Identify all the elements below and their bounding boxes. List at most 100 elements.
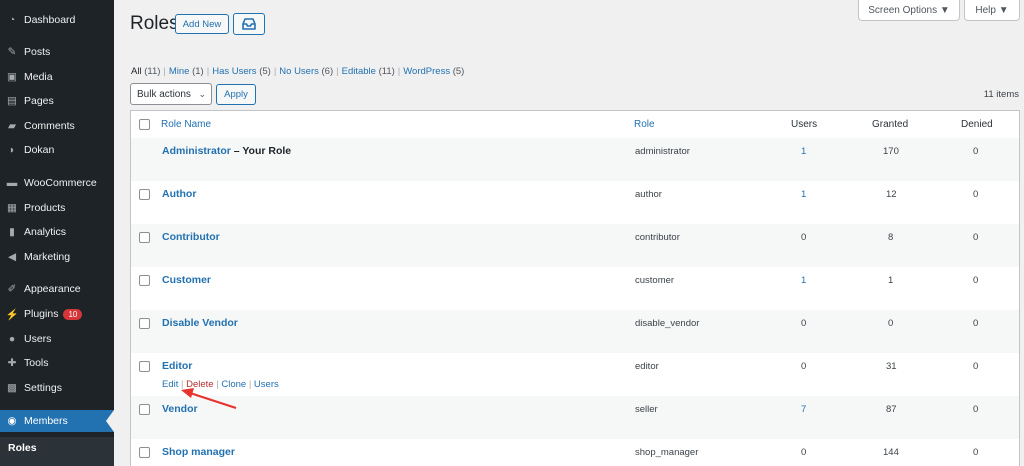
sidebar-item-dokan[interactable]: ◗ Dokan — [0, 139, 114, 161]
add-new-button[interactable]: Add New — [175, 14, 229, 34]
items-count: 11 items — [983, 89, 1019, 100]
row-checkbox[interactable] — [139, 232, 150, 243]
role-slug: shop_manager — [635, 447, 699, 458]
role-name-link[interactable]: Author — [162, 188, 196, 200]
users-count-link[interactable]: 7 — [801, 404, 806, 415]
table-row: Contributor contributor 0 8 0 — [131, 224, 1019, 267]
column-denied: Denied — [961, 119, 993, 130]
row-checkbox[interactable] — [139, 447, 150, 458]
sidebar-item-analytics[interactable]: ▮ Analytics — [0, 221, 114, 243]
sidebar-item-settings[interactable]: ▩ Settings — [0, 377, 114, 399]
sidebar-item-media[interactable]: ▣ Media — [0, 66, 114, 88]
page-title: Roles — [130, 13, 179, 34]
table-row: Customer customer 1 1 0 — [131, 267, 1019, 310]
users-count-link[interactable]: 1 — [801, 146, 806, 157]
table-header: Role Name Role Users Granted Denied — [131, 111, 1019, 139]
sidebar-item-plugins[interactable]: ⚡ Plugins 10 — [0, 303, 114, 325]
sidebar-item-label: Dashboard — [24, 14, 76, 26]
bulk-actions-value: Bulk actions — [137, 88, 191, 100]
role-name-link[interactable]: Disable Vendor — [162, 317, 238, 329]
granted-count: 144 — [883, 447, 899, 458]
apply-button[interactable]: Apply — [216, 84, 256, 105]
comments-icon: ▰ — [7, 120, 17, 132]
row-checkbox[interactable] — [139, 318, 150, 329]
users-count: 0 — [801, 232, 807, 243]
edit-role-link[interactable]: Edit — [162, 379, 178, 390]
brush-icon: ✐ — [7, 283, 17, 295]
filter-no-users[interactable]: No Users (6) — [279, 66, 333, 77]
sidebar-item-members[interactable]: ◉ Members — [0, 410, 114, 432]
table-row: Editor Edit | Delete | Clone | Users edi… — [131, 353, 1019, 396]
sidebar-item-appearance[interactable]: ✐ Appearance — [0, 278, 114, 300]
media-icon: ▣ — [7, 71, 17, 83]
granted-count: 170 — [883, 146, 899, 157]
select-all-checkbox[interactable] — [139, 119, 150, 130]
users-count: 0 — [801, 361, 807, 372]
sidebar-item-label: Appearance — [24, 283, 81, 295]
role-name-link[interactable]: Administrator – Your Role — [162, 145, 291, 157]
role-users-link[interactable]: Users — [254, 379, 279, 390]
role-name-link[interactable]: Editor — [162, 360, 192, 372]
granted-count: 0 — [888, 318, 894, 329]
users-count-link[interactable]: 1 — [801, 275, 806, 286]
settings-icon: ▩ — [7, 382, 17, 394]
help-button[interactable]: Help ▼ — [964, 0, 1020, 21]
sidebar-item-label: Products — [24, 202, 66, 214]
sidebar-item-label: WooCommerce — [24, 177, 97, 189]
sidebar-item-label: Plugins — [24, 308, 59, 320]
sidebar-item-pages[interactable]: ▤ Pages — [0, 90, 114, 112]
sidebar-item-label: Analytics — [24, 226, 67, 238]
row-checkbox[interactable] — [139, 275, 150, 286]
denied-count: 0 — [973, 447, 979, 458]
filter-mine[interactable]: Mine (1) — [169, 66, 204, 77]
sidebar-item-woocommerce[interactable]: ▬ WooCommerce — [0, 172, 114, 194]
sidebar-item-comments[interactable]: ▰ Comments — [0, 115, 114, 137]
role-name-link[interactable]: Shop manager — [162, 446, 235, 458]
column-role-name[interactable]: Role Name — [161, 119, 211, 130]
denied-count: 0 — [973, 189, 979, 200]
delete-role-link[interactable]: Delete — [186, 379, 213, 390]
filter-editable[interactable]: Editable (11) — [342, 66, 395, 77]
filter-wordpress[interactable]: WordPress (5) — [403, 66, 464, 77]
denied-count: 0 — [973, 404, 979, 415]
products-icon: ▦ — [7, 202, 17, 214]
role-name-link[interactable]: Vendor — [162, 403, 198, 415]
submenu-item-next[interactable] — [0, 458, 114, 466]
sidebar-item-users[interactable]: ● Users — [0, 328, 114, 350]
sidebar-item-label: Dokan — [24, 144, 55, 156]
sidebar-item-products[interactable]: ▦ Products — [0, 197, 114, 219]
column-role[interactable]: Role — [634, 119, 655, 130]
row-checkbox[interactable] — [139, 361, 150, 372]
row-actions: Edit | Delete | Clone | Users — [162, 379, 279, 390]
row-checkbox[interactable] — [139, 404, 150, 415]
role-name-link[interactable]: Customer — [162, 274, 211, 286]
submenu-item-roles[interactable]: Roles — [0, 437, 114, 459]
row-checkbox[interactable] — [139, 189, 150, 200]
sidebar-item-dashboard[interactable]: ◔ Dashboard — [0, 9, 114, 31]
role-slug: editor — [635, 361, 659, 372]
plugin-icon: ⚡ — [5, 308, 19, 321]
sidebar-item-tools[interactable]: ✚ Tools — [0, 352, 114, 374]
users-count: 0 — [801, 447, 807, 458]
sidebar-item-label: Posts — [24, 46, 51, 58]
column-users: Users — [791, 119, 818, 130]
clone-role-link[interactable]: Clone — [221, 379, 246, 390]
role-slug: author — [635, 189, 662, 200]
bulk-actions-select[interactable]: Bulk actions ⌄ — [130, 83, 212, 105]
filter-all[interactable]: All (11) — [131, 66, 160, 77]
table-row: Vendor seller 7 87 0 — [131, 396, 1019, 439]
inbox-button[interactable] — [233, 13, 265, 35]
inbox-icon — [242, 18, 256, 30]
pin-icon: ✎ — [7, 46, 17, 58]
users-icon: ● — [8, 333, 16, 345]
screen-options-button[interactable]: Screen Options ▼ — [858, 0, 960, 21]
role-slug: customer — [635, 275, 675, 286]
role-name-link[interactable]: Contributor — [162, 231, 220, 243]
filter-has-users[interactable]: Has Users (5) — [212, 66, 271, 77]
table-row: Shop manager shop_manager 0 144 0 — [131, 439, 1019, 466]
sidebar-item-label: Members — [24, 415, 68, 427]
role-slug: disable_vendor — [635, 318, 700, 329]
sidebar-item-marketing[interactable]: ◀ Marketing — [0, 246, 114, 268]
users-count-link[interactable]: 1 — [801, 189, 806, 200]
sidebar-item-posts[interactable]: ✎ Posts — [0, 41, 114, 63]
